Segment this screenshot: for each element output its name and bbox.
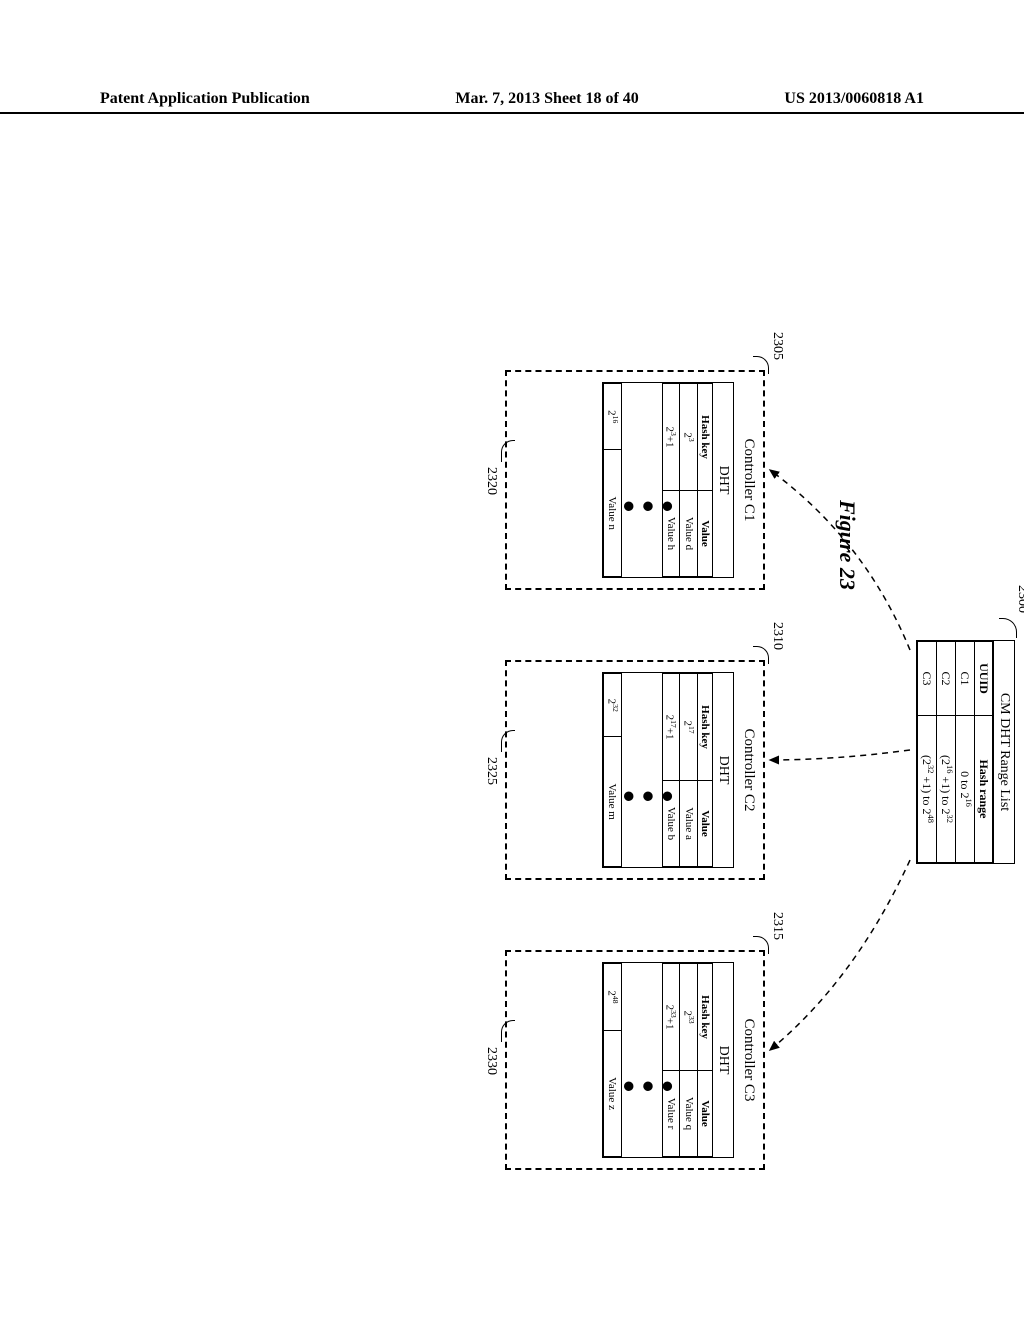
- dht-col-key: Hash key: [698, 964, 713, 1071]
- dht-table-last: 232Value m: [603, 673, 622, 867]
- cm-col-uuid: UUID: [975, 642, 993, 716]
- figure-area: 2300 CM DHT Range List UUID Hash range C…: [45, 340, 945, 1060]
- dht-table: Hash key Value 233Value q 233+1Value r: [662, 963, 713, 1157]
- controller-c1: 2305 Controller C1 DHT Hash key Value 23…: [505, 370, 765, 590]
- dht-ref: 2330: [483, 1047, 499, 1075]
- table-row: C1 0 to 216: [956, 642, 975, 863]
- dht-ref: 2320: [483, 467, 499, 495]
- ellipsis-icon: ●●●: [616, 1064, 674, 1110]
- ellipsis-icon: ●●●: [616, 774, 674, 820]
- dht-label: DHT: [713, 673, 733, 867]
- controller-ref: 2315: [769, 912, 785, 940]
- header-right: US 2013/0060818 A1: [784, 90, 924, 108]
- controller-title: Controller C1: [738, 372, 763, 588]
- controller-ref: 2305: [769, 332, 785, 360]
- cm-col-range: Hash range: [975, 715, 993, 862]
- dht-table-last: 216Value n: [603, 383, 622, 577]
- dht-table: Hash key Value 217Value a 217+1Value b: [662, 673, 713, 867]
- ref-curve-icon: [999, 618, 1017, 638]
- page-header: Patent Application Publication Mar. 7, 2…: [0, 90, 1024, 114]
- table-row: 248Value z: [604, 964, 622, 1157]
- figure-caption: Figure 23: [834, 500, 860, 590]
- dht-col-val: Value: [698, 491, 713, 577]
- header-center: Mar. 7, 2013 Sheet 18 of 40: [455, 90, 638, 108]
- cm-title: CM DHT Range List: [993, 641, 1014, 863]
- ref-curve-icon: [501, 440, 515, 462]
- cm-ref-label: 2300: [1014, 585, 1024, 613]
- ref-curve-icon: [501, 730, 515, 752]
- table-row: 232Value m: [604, 674, 622, 867]
- dht-label: DHT: [713, 383, 733, 577]
- table-row: 23+1Value h: [662, 384, 680, 577]
- header-left: Patent Application Publication: [100, 90, 310, 108]
- table-row: 233+1Value r: [662, 964, 680, 1157]
- ellipsis-icon: ●●●: [616, 484, 674, 530]
- ref-curve-icon: [753, 936, 769, 954]
- dht-col-val: Value: [698, 781, 713, 867]
- table-row: 216Value n: [604, 384, 622, 577]
- table-row: C3 (232 +1) to 248: [918, 642, 937, 863]
- controller-c2: 2310 Controller C2 DHT Hash key Value 21…: [505, 660, 765, 880]
- dht-box: DHT Hash key Value 233Value q 233+1Value…: [602, 962, 734, 1158]
- cm-dht-range-list: CM DHT Range List UUID Hash range C1 0 t…: [916, 640, 1015, 864]
- table-row: 217Value a: [680, 674, 698, 867]
- ref-curve-icon: [501, 1020, 515, 1042]
- controller-title: Controller C2: [738, 662, 763, 878]
- controller-title: Controller C3: [738, 952, 763, 1168]
- dht-col-val: Value: [698, 1071, 713, 1157]
- dht-table: Hash key Value 23Value d 23+1Value h: [662, 383, 713, 577]
- table-row: C2 (216 +1) to 232: [937, 642, 956, 863]
- cm-table: UUID Hash range C1 0 to 216 C2 (216 +1) …: [917, 641, 993, 863]
- table-row: 23Value d: [680, 384, 698, 577]
- dht-table-last: 248Value z: [603, 963, 622, 1157]
- controller-ref: 2310: [769, 622, 785, 650]
- dht-box: DHT Hash key Value 23Value d 23+1Value h…: [602, 382, 734, 578]
- table-row: 217+1Value b: [662, 674, 680, 867]
- dht-col-key: Hash key: [698, 384, 713, 491]
- table-row: 233Value q: [680, 964, 698, 1157]
- dht-box: DHT Hash key Value 217Value a 217+1Value…: [602, 672, 734, 868]
- dht-col-key: Hash key: [698, 674, 713, 781]
- ref-curve-icon: [753, 356, 769, 374]
- dht-ref: 2325: [483, 757, 499, 785]
- dht-label: DHT: [713, 963, 733, 1157]
- controller-c3: 2315 Controller C3 DHT Hash key Value 23…: [505, 950, 765, 1170]
- ref-curve-icon: [753, 646, 769, 664]
